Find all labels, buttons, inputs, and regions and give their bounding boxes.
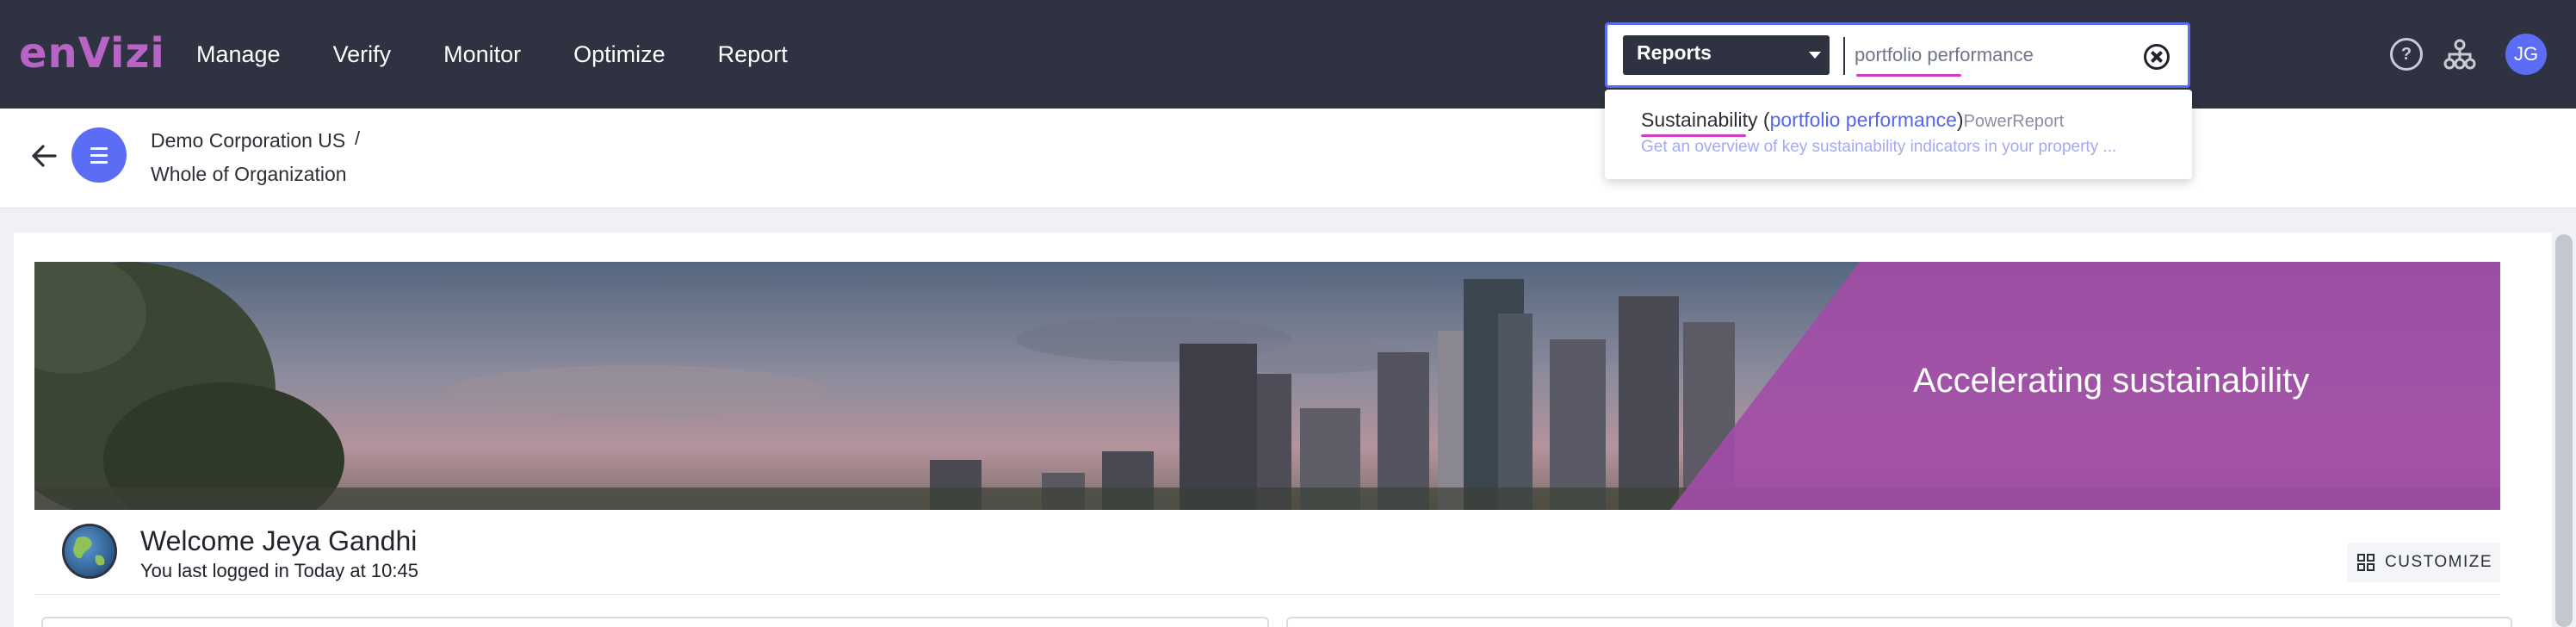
globe-icon xyxy=(62,524,117,579)
spellcheck-underline xyxy=(1641,134,1746,137)
search-scope-select[interactable]: Reports xyxy=(1623,35,1830,75)
result-title-suffix: ) xyxy=(1956,109,1964,131)
section-divider xyxy=(34,594,2500,595)
dashboard-panel-left xyxy=(41,617,1269,627)
close-circle-icon[interactable] xyxy=(2144,44,2170,70)
spellcheck-underline xyxy=(1856,74,1961,77)
global-search-box: Reports xyxy=(1605,22,2190,88)
hamburger-menu-icon[interactable] xyxy=(71,127,127,183)
grid-icon xyxy=(2357,554,2375,571)
nav-item-manage[interactable]: Manage xyxy=(196,41,281,68)
customize-label: CUSTOMIZE xyxy=(2385,553,2493,571)
envizi-logo[interactable]: enVizi xyxy=(19,29,165,78)
result-description: Get an overview of key sustainability in… xyxy=(1641,138,2117,156)
help-icon[interactable]: ? xyxy=(2390,38,2423,71)
nav-item-monitor[interactable]: Monitor xyxy=(443,41,521,68)
result-title-match: portfolio performance xyxy=(1769,109,1957,131)
breadcrumb-organization[interactable]: Demo Corporation US xyxy=(151,129,345,152)
result-title-prefix: Sustainability ( xyxy=(1641,109,1770,131)
main-nav: Manage Verify Monitor Optimize Report xyxy=(196,0,840,109)
nav-item-verify[interactable]: Verify xyxy=(333,41,392,68)
search-results-dropdown: Sustainability (portfolio performance)Po… xyxy=(1605,90,2192,179)
result-type-tag: PowerReport xyxy=(1963,112,2065,131)
hierarchy-icon[interactable] xyxy=(2443,38,2476,71)
customize-button[interactable]: CUSTOMIZE xyxy=(2347,543,2500,582)
nav-item-optimize[interactable]: Optimize xyxy=(573,41,666,68)
banner-tagline: Accelerating sustainability xyxy=(1913,362,2310,400)
scrollbar-thumb[interactable] xyxy=(2555,234,2573,627)
dashboard-panel-right xyxy=(1286,617,2512,627)
welcome-heading: Welcome Jeya Gandhi xyxy=(140,525,418,556)
search-divider xyxy=(1843,37,1845,75)
search-scope-value: Reports xyxy=(1637,41,1712,64)
hero-banner: Accelerating sustainability xyxy=(34,262,2500,510)
search-input[interactable] xyxy=(1855,39,2139,71)
breadcrumb-separator: / xyxy=(355,127,361,149)
caret-down-icon xyxy=(1809,52,1821,59)
search-result-item[interactable]: Sustainability (portfolio performance)Po… xyxy=(1641,109,2064,132)
nav-item-report[interactable]: Report xyxy=(718,41,788,68)
user-avatar[interactable]: JG xyxy=(2505,34,2547,75)
last-login-text: You last logged in Today at 10:45 xyxy=(140,560,418,581)
back-arrow-icon[interactable] xyxy=(29,141,59,171)
breadcrumb-scope[interactable]: Whole of Organization xyxy=(151,163,347,186)
